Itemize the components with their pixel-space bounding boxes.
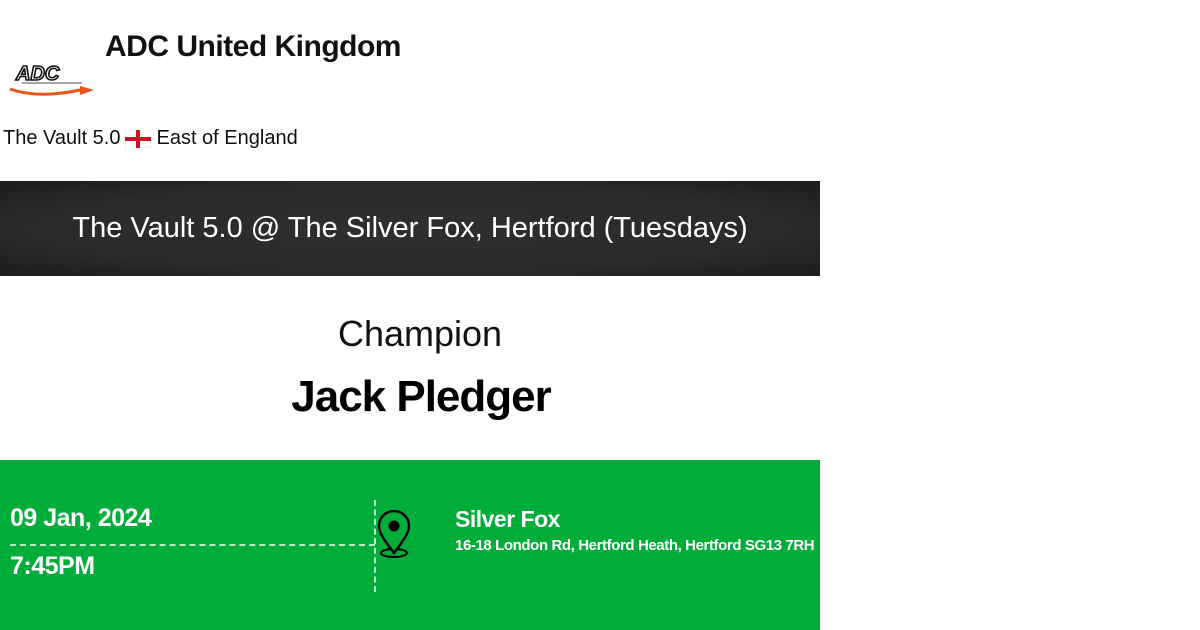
champion-name[interactable]: Jack Pledger (0, 372, 842, 422)
event-time: 7:45PM (10, 552, 95, 580)
breadcrumb: The Vault 5.0 East of England (3, 127, 298, 150)
details-divider (374, 500, 376, 592)
champion-label: Champion (337, 313, 503, 354)
date-time-divider (10, 544, 375, 546)
svg-text:ADC: ADC (15, 63, 60, 85)
event-title: The Vault 5.0 @ The Silver Fox, Hertford… (72, 212, 748, 244)
event-date: 09 Jan, 2024 (10, 504, 152, 532)
event-details-panel: 09 Jan, 2024 7:45PM Silver Fox 16-18 Lon… (0, 460, 820, 630)
event-result-page: ADC ADC United Kingdom The Vault 5.0 Eas… (0, 0, 1200, 630)
event-title-banner: The Vault 5.0 @ The Silver Fox, Hertford… (0, 181, 820, 276)
venue-address[interactable]: 16-18 London Rd, Hertford Heath, Hertfor… (455, 537, 815, 554)
adc-logo: ADC (9, 62, 94, 96)
venue-name[interactable]: Silver Fox (455, 506, 560, 533)
breadcrumb-league[interactable]: The Vault 5.0 (3, 127, 120, 150)
org-name[interactable]: ADC United Kingdom (105, 30, 401, 64)
org-header: ADC ADC United Kingdom (0, 0, 820, 110)
england-flag-icon (125, 129, 152, 148)
breadcrumb-region[interactable]: East of England (156, 127, 297, 150)
map-pin-icon (377, 510, 411, 558)
